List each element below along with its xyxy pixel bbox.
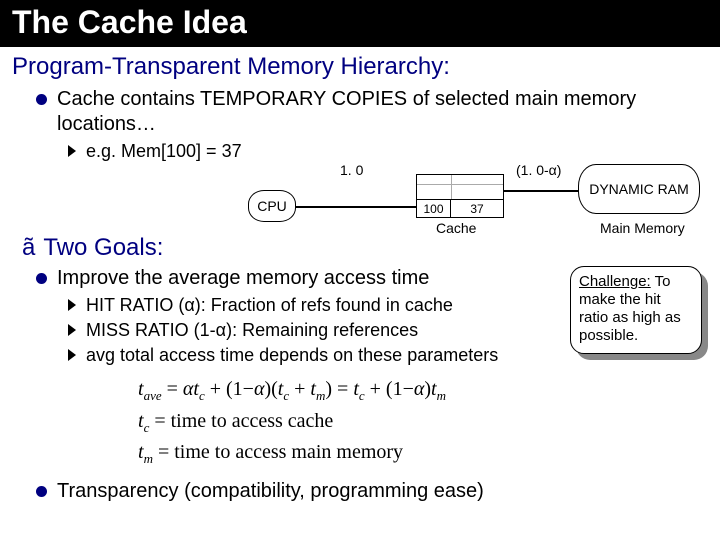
- hit-ratio-row: HIT RATIO (α): Fraction of refs found in…: [18, 295, 560, 316]
- wire-cpu-to-cache: [296, 206, 416, 208]
- bullet-text: Cache contains TEMPORARY COPIES of selec…: [57, 87, 702, 137]
- chevron-right-icon: [66, 323, 80, 337]
- prob-miss-label: (1. 0-α): [516, 162, 561, 178]
- avg-row: avg total access time depends on these p…: [18, 345, 560, 366]
- prob-hit-label: 1. 0: [340, 162, 363, 178]
- chevron-right-icon: [66, 144, 80, 158]
- challenge-callout: Challenge: To make the hit ratio as high…: [570, 266, 702, 354]
- bullet-icon: [36, 273, 47, 284]
- dram-box: DYNAMIC RAM: [578, 164, 700, 214]
- chevron-right-icon: [66, 348, 80, 362]
- wire-cache-to-dram: [504, 190, 578, 192]
- cache-diagram: CPU 1. 0 100 37 Cache (1. 0-α) DYNAMIC R…: [18, 160, 702, 260]
- bullet-icon: [36, 94, 47, 105]
- goal-transparency: Transparency (compatibility, programming…: [18, 479, 702, 504]
- miss-ratio-text: MISS RATIO (1-α): Remaining references: [86, 320, 418, 341]
- miss-ratio-row: MISS RATIO (1-α): Remaining references: [18, 320, 560, 341]
- bullet-icon: [36, 486, 47, 497]
- challenge-title: Challenge:: [579, 273, 651, 290]
- cpu-box: CPU: [248, 190, 296, 222]
- main-memory-label: Main Memory: [600, 220, 685, 236]
- access-time-formula: tave = αtc + (1−α)(tc + tm) = tc + (1−α)…: [138, 374, 702, 469]
- goal-improve-access-time: Improve the average memory access time: [18, 266, 560, 291]
- chevron-right-icon: [66, 298, 80, 312]
- cache-data-cell: 37: [451, 200, 503, 217]
- example-text: e.g. Mem[100] = 37: [86, 141, 242, 162]
- example-row: e.g. Mem[100] = 37: [18, 141, 702, 162]
- slide-title: The Cache Idea: [0, 0, 720, 47]
- bullet-cache-copies: Cache contains TEMPORARY COPIES of selec…: [18, 87, 702, 137]
- slide-subtitle: Program-Transparent Memory Hierarchy:: [0, 47, 720, 83]
- cache-box: 100 37: [416, 174, 504, 218]
- cache-label: Cache: [436, 220, 476, 236]
- avg-text: avg total access time depends on these p…: [86, 345, 498, 366]
- cache-tag-cell: 100: [417, 200, 451, 217]
- hit-ratio-text: HIT RATIO (α): Fraction of refs found in…: [86, 295, 453, 316]
- goal1-text: Improve the average memory access time: [57, 266, 429, 291]
- goal2-text: Transparency (compatibility, programming…: [57, 479, 484, 504]
